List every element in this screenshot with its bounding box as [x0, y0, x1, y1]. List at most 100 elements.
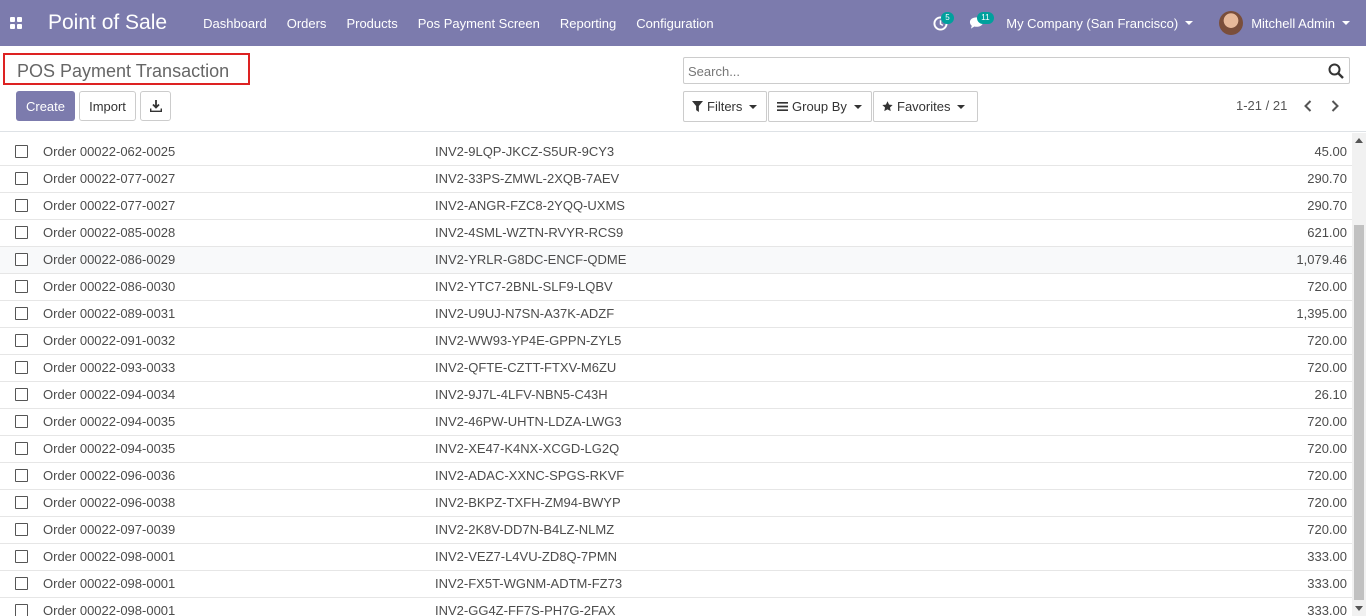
order-cell: Order 00022-086-0029 [43, 252, 176, 267]
amount-cell: 720.00 [1307, 522, 1347, 537]
user-menu[interactable]: Mitchell Admin [1207, 11, 1366, 35]
scroll-thumb[interactable] [1354, 225, 1364, 600]
table-row[interactable]: Order 00022-085-0028 INV2-4SML-WZTN-RVYR-… [0, 219, 1352, 246]
download-icon [149, 100, 162, 112]
row-checkbox[interactable] [15, 253, 28, 266]
row-checkbox[interactable] [15, 307, 28, 320]
reference-cell: INV2-WW93-YP4E-GPPN-ZYL5 [435, 333, 622, 348]
row-checkbox[interactable] [15, 361, 28, 374]
row-checkbox[interactable] [15, 199, 28, 212]
pager-next-button[interactable] [1327, 97, 1343, 115]
create-button[interactable]: Create [16, 91, 75, 121]
order-cell: Order 00022-093-0033 [43, 360, 176, 375]
list-scrollbar[interactable] [1352, 133, 1366, 616]
menu-reporting[interactable]: Reporting [550, 0, 626, 46]
reference-cell: INV2-XE47-K4NX-XCGD-LG2Q [435, 441, 620, 456]
order-cell: Order 00022-091-0032 [43, 333, 176, 348]
favorites-button[interactable]: Favorites [873, 91, 978, 122]
reference-cell: INV2-2K8V-DD7N-B4LZ-NLMZ [435, 522, 615, 537]
row-checkbox[interactable] [15, 388, 28, 401]
pager-value[interactable]: 1-21 / 21 [1236, 98, 1287, 113]
chevron-left-icon [1304, 100, 1312, 112]
row-checkbox[interactable] [15, 144, 28, 158]
table-row[interactable]: Order 00022-089-0031 INV2-U9UJ-N7SN-A37K-… [0, 300, 1352, 327]
table-row[interactable]: Order 00022-093-0033 INV2-QFTE-CZTT-FTXV-… [0, 354, 1352, 381]
table-row[interactable]: Order 00022-094-0035 INV2-46PW-UHTN-LDZA-… [0, 408, 1352, 435]
table-row[interactable]: Order 00022-096-0038 INV2-BKPZ-TXFH-ZM94-… [0, 489, 1352, 516]
messaging-button[interactable]: 11 [958, 0, 994, 46]
order-cell: Order 00022-089-0031 [43, 306, 176, 321]
table-row[interactable]: Order 00022-098-0001 INV2-VEZ7-L4VU-ZD8Q-… [0, 543, 1352, 570]
table-row[interactable]: Order 00022-098-0001 INV2-GG4Z-FF7S-PH7G-… [0, 597, 1352, 616]
filters-button[interactable]: Filters [683, 91, 767, 122]
amount-cell: 26.10 [1314, 387, 1347, 402]
row-checkbox[interactable] [15, 523, 28, 536]
apps-menu-icon[interactable] [0, 0, 32, 46]
scroll-up-arrow[interactable] [1352, 135, 1366, 145]
pager-previous-button[interactable] [1300, 97, 1316, 115]
order-cell: Order 00022-098-0001 [43, 603, 176, 616]
order-cell: Order 00022-077-0027 [43, 198, 176, 213]
table-row[interactable]: Order 00022-077-0027 INV2-ANGR-FZC8-2YQQ-… [0, 192, 1352, 219]
control-panel: POS Payment Transaction Create Import Fi… [0, 46, 1366, 132]
menu-products[interactable]: Products [336, 0, 407, 46]
table-row[interactable]: Order 00022-094-0034 INV2-9J7L-4LFV-NBN5-… [0, 381, 1352, 408]
export-button[interactable] [140, 91, 171, 121]
table-row[interactable]: Order 00022-086-0030 INV2-YTC7-2BNL-SLF9-… [0, 273, 1352, 300]
reference-cell: INV2-FX5T-WGNM-ADTM-FZ73 [435, 576, 623, 591]
table-row[interactable]: Order 00022-096-0036 INV2-ADAC-XXNC-SPGS-… [0, 462, 1352, 489]
table-row[interactable]: Order 00022-098-0001 INV2-FX5T-WGNM-ADTM-… [0, 570, 1352, 597]
activity-button[interactable]: 5 [922, 0, 958, 46]
table-row[interactable]: Order 00022-086-0029 INV2-YRLR-G8DC-ENCF-… [0, 246, 1352, 273]
row-checkbox[interactable] [15, 496, 28, 509]
reference-cell: INV2-ADAC-XXNC-SPGS-RKVF [435, 468, 625, 483]
scroll-down-arrow[interactable] [1352, 604, 1366, 614]
avatar [1219, 11, 1244, 35]
amount-cell: 333.00 [1307, 576, 1347, 591]
row-checkbox[interactable] [15, 604, 28, 616]
row-checkbox[interactable] [15, 577, 28, 590]
row-checkbox[interactable] [15, 415, 28, 428]
caret-down-icon [1185, 21, 1194, 25]
filter-icon [692, 101, 703, 112]
row-checkbox[interactable] [15, 172, 28, 185]
menu-pos-payment-screen[interactable]: Pos Payment Screen [408, 0, 550, 46]
order-cell: Order 00022-062-0025 [43, 143, 176, 159]
menu-dashboard[interactable]: Dashboard [193, 0, 277, 46]
chevron-right-icon [1331, 100, 1339, 112]
app-title[interactable]: Point of Sale [48, 11, 167, 35]
amount-cell: 720.00 [1307, 495, 1347, 510]
row-checkbox[interactable] [15, 226, 28, 239]
table-row[interactable]: Order 00022-062-0025 INV2-9LQP-JKCZ-S5UR-… [0, 138, 1352, 165]
search-icon[interactable] [1328, 63, 1344, 79]
reference-cell: INV2-ANGR-FZC8-2YQQ-UXMS [435, 198, 625, 213]
search-input[interactable] [688, 61, 1308, 81]
table-row[interactable]: Order 00022-091-0032 INV2-WW93-YP4E-GPPN-… [0, 327, 1352, 354]
amount-cell: 1,079.46 [1296, 252, 1347, 267]
message-count-badge: 11 [977, 12, 994, 24]
menu-orders[interactable]: Orders [277, 0, 337, 46]
row-checkbox[interactable] [15, 469, 28, 482]
row-checkbox[interactable] [15, 442, 28, 455]
menu-configuration[interactable]: Configuration [626, 0, 723, 46]
row-checkbox[interactable] [15, 280, 28, 293]
reference-cell: INV2-YTC7-2BNL-SLF9-LQBV [435, 279, 613, 294]
filters-label: Filters [707, 99, 743, 114]
import-button[interactable]: Import [79, 91, 136, 121]
table-row[interactable]: Order 00022-077-0027 INV2-33PS-ZMWL-2XQB-… [0, 165, 1352, 192]
reference-cell: INV2-46PW-UHTN-LDZA-LWG3 [435, 414, 622, 429]
list-view: Order 00022-062-0025 INV2-9LQP-JKCZ-S5UR-… [0, 133, 1352, 616]
table-row[interactable]: Order 00022-097-0039 INV2-2K8V-DD7N-B4LZ-… [0, 516, 1352, 543]
order-cell: Order 00022-097-0039 [43, 522, 176, 537]
group-by-button[interactable]: Group By [768, 91, 872, 122]
company-switcher[interactable]: My Company (San Francisco) [994, 16, 1207, 31]
amount-cell: 333.00 [1307, 549, 1347, 564]
amount-cell: 720.00 [1307, 279, 1347, 294]
table-row[interactable]: Order 00022-094-0035 INV2-XE47-K4NX-XCGD-… [0, 435, 1352, 462]
row-checkbox[interactable] [15, 334, 28, 347]
amount-cell: 45.00 [1314, 143, 1347, 159]
row-checkbox[interactable] [15, 550, 28, 563]
order-cell: Order 00022-096-0038 [43, 495, 176, 510]
order-cell: Order 00022-085-0028 [43, 225, 176, 240]
order-cell: Order 00022-098-0001 [43, 576, 176, 591]
